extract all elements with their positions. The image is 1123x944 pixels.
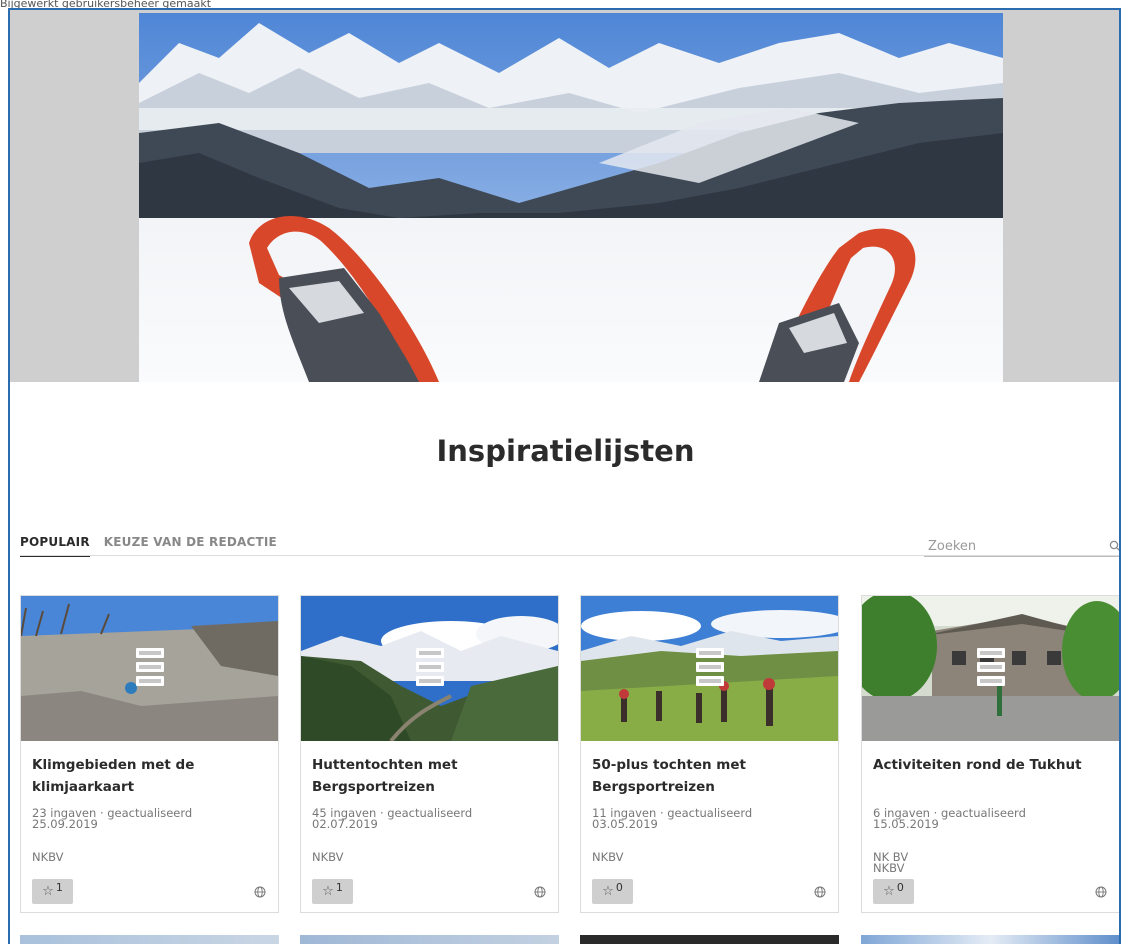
card-title[interactable]: Huttentochten met Bergsportreizen: [312, 754, 547, 798]
list-icon: [696, 648, 724, 686]
list-card-klimgebieden[interactable]: Klimgebieden met de klimjaarkaart 23 ing…: [20, 595, 279, 913]
top-strip: Bijgewerkt gebruikersbeheer gemaakt: [0, 0, 1123, 8]
star-button[interactable]: ☆ 1: [312, 879, 353, 904]
card-title[interactable]: Activiteiten rond de Tukhut: [873, 754, 1108, 776]
card-meta-date: 15.05.2019: [873, 817, 939, 831]
list-card-peek[interactable]: [861, 935, 1119, 944]
card-owner-name: NKBV: [32, 850, 64, 864]
star-icon: ☆: [322, 884, 334, 899]
card-meta: 11 ingaven · geactualiseerd 03.05.2019: [592, 807, 827, 831]
star-count: 0: [896, 881, 904, 894]
card-owner: NKBV: [592, 850, 827, 864]
globe-icon: [254, 886, 266, 898]
star-count: 1: [55, 881, 63, 894]
list-card-50-plus-tochten[interactable]: 50-plus tochten met Bergsportreizen 11 i…: [580, 595, 839, 913]
tab-keuze-van-de-redactie[interactable]: KEUZE VAN DE REDACTIE: [104, 535, 277, 557]
card-owner-name: NK BV: [873, 850, 909, 864]
list-icon: [416, 648, 444, 686]
card-thumbnail[interactable]: [21, 596, 278, 741]
hero-banner: [10, 10, 1119, 382]
card-owner: NKBV: [32, 850, 267, 864]
list-card-peek[interactable]: [20, 935, 279, 944]
card-meta: 23 ingaven · geactualiseerd 25.09.2019: [32, 807, 267, 831]
top-strip-text: Bijgewerkt gebruikersbeheer gemaakt: [0, 0, 212, 8]
card-owner-name-2: NKBV: [873, 861, 905, 875]
star-icon: ☆: [602, 884, 614, 899]
star-button[interactable]: ☆ 0: [873, 879, 914, 904]
hero-image: [139, 13, 1003, 382]
card-owner-name: NKBV: [312, 850, 344, 864]
card-thumbnail[interactable]: [301, 596, 558, 741]
list-card-peek[interactable]: [580, 935, 839, 944]
card-meta-date: 02.07.2019: [312, 817, 378, 831]
list-card-huttentochten[interactable]: Huttentochten met Bergsportreizen 45 ing…: [300, 595, 559, 913]
card-title[interactable]: Klimgebieden met de klimjaarkaart: [32, 754, 267, 798]
star-button[interactable]: ☆ 1: [32, 879, 73, 904]
search-box: [924, 536, 1121, 557]
tab-bar: POPULAIR KEUZE VAN DE REDACTIE: [20, 535, 277, 557]
tab-populair[interactable]: POPULAIR: [20, 535, 90, 557]
star-icon: ☆: [883, 884, 895, 899]
star-button[interactable]: ☆ 0: [592, 879, 633, 904]
globe-icon: [1095, 886, 1107, 898]
list-card-peek[interactable]: [300, 935, 559, 944]
list-icon: [136, 648, 164, 686]
card-meta: 6 ingaven · geactualiseerd 15.05.2019: [873, 807, 1108, 831]
star-icon: ☆: [42, 884, 54, 899]
page-title: Inspiratielijsten: [436, 434, 695, 468]
star-count: 1: [335, 881, 343, 894]
card-owner: NK BV NKBV: [873, 850, 1108, 875]
star-count: 0: [615, 881, 623, 894]
search-input[interactable]: [924, 538, 1103, 554]
card-owner: NKBV: [312, 850, 547, 864]
list-icon: [977, 648, 1005, 686]
globe-icon: [814, 886, 826, 898]
card-thumbnail[interactable]: [581, 596, 838, 741]
list-card-tukhut[interactable]: Activiteiten rond de Tukhut 6 ingaven · …: [861, 595, 1119, 913]
card-thumbnail[interactable]: [862, 596, 1119, 741]
card-owner-name: NKBV: [592, 850, 624, 864]
card-meta-date: 25.09.2019: [32, 817, 98, 831]
page-frame: Inspiratielijsten POPULAIR KEUZE VAN DE …: [8, 8, 1121, 944]
globe-icon: [534, 886, 546, 898]
search-icon[interactable]: [1109, 540, 1121, 552]
card-meta-date: 03.05.2019: [592, 817, 658, 831]
card-title[interactable]: 50-plus tochten met Bergsportreizen: [592, 754, 827, 798]
card-meta: 45 ingaven · geactualiseerd 02.07.2019: [312, 807, 547, 831]
